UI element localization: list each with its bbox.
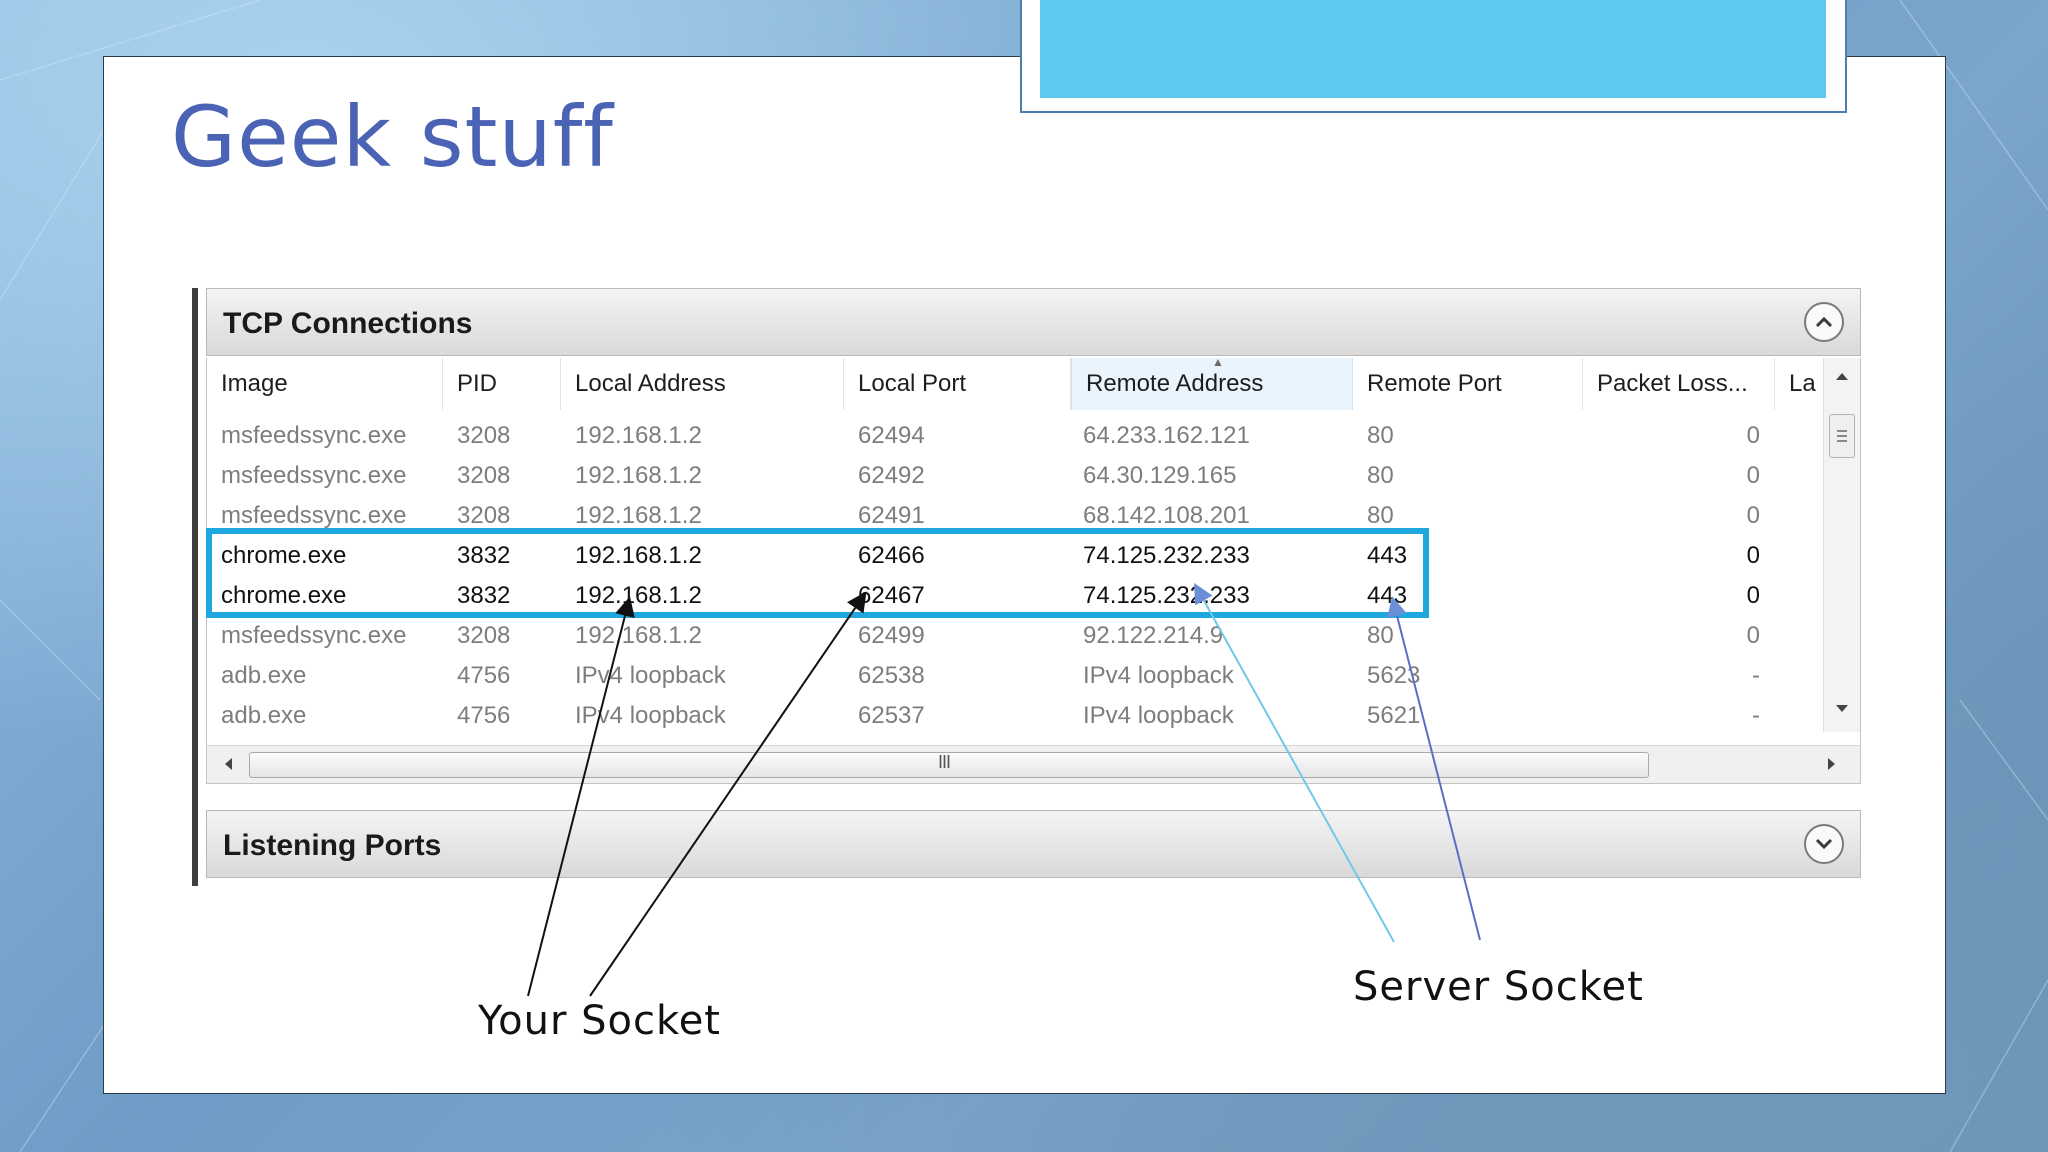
highlight-box <box>206 528 1429 618</box>
scroll-up-icon[interactable] <box>1824 364 1860 388</box>
cell-pid: 4756 <box>457 702 511 729</box>
cell-pid: 3208 <box>457 622 511 649</box>
your-socket-label: Your Socket <box>478 998 721 1044</box>
cell-local-address: 192.168.1.2 <box>575 622 702 649</box>
cell-remote-address: 64.233.162.121 <box>1083 422 1250 449</box>
cell-image: adb.exe <box>221 662 307 689</box>
scroll-right-icon[interactable] <box>1817 746 1847 782</box>
scroll-left-icon[interactable] <box>213 746 243 782</box>
chevron-up-icon <box>1815 316 1833 328</box>
column-header-local-port[interactable]: Local Port <box>844 358 1071 410</box>
cell-remote-port: 80 <box>1367 622 1394 649</box>
cell-pid: 3208 <box>457 462 511 489</box>
listening-ports-title: Listening Ports <box>223 829 442 862</box>
slide-title: Geek stuff <box>171 88 614 186</box>
table-row[interactable]: adb.exe 4756 IPv4 loopback 62537 IPv4 loopba… <box>207 696 1826 736</box>
cell-local-port: 62492 <box>858 462 925 489</box>
cell-remote-port: 5623 <box>1367 662 1421 689</box>
cell-remote-address: 64.30.129.165 <box>1083 462 1237 489</box>
table-row[interactable]: msfeedssync.exe 3208 192.168.1.2 62494 64.23… <box>207 416 1826 456</box>
slide-top-accent <box>1040 0 1826 98</box>
server-socket-label: Server Socket <box>1353 964 1644 1010</box>
cell-remote-port: 80 <box>1367 462 1394 489</box>
cell-image: msfeedssync.exe <box>221 622 407 649</box>
cell-local-address: 192.168.1.2 <box>575 462 702 489</box>
column-header-pid[interactable]: PID <box>443 358 561 410</box>
vertical-scrollbar[interactable] <box>1823 358 1860 732</box>
table-row[interactable]: msfeedssync.exe 3208 192.168.1.2 62499 92.12… <box>207 616 1826 656</box>
cell-packet-loss: 0 <box>1746 502 1760 529</box>
scroll-down-icon[interactable] <box>1824 696 1860 720</box>
cell-remote-address: IPv4 loopback <box>1083 702 1234 729</box>
column-header-remote-port[interactable]: Remote Port <box>1353 358 1583 410</box>
cell-local-port: 62494 <box>858 422 925 449</box>
table-row[interactable]: adb.exe 4756 IPv4 loopback 62538 IPv4 loopba… <box>207 656 1826 696</box>
column-header-latency[interactable]: La <box>1775 358 1826 410</box>
expand-listening-ports-button[interactable] <box>1804 824 1844 864</box>
listening-ports-header[interactable]: Listening Ports <box>206 810 1861 878</box>
cell-local-port: 62538 <box>858 662 925 689</box>
cell-packet-loss: 0 <box>1746 462 1760 489</box>
column-header-image[interactable]: Image <box>207 358 443 410</box>
table-row[interactable]: msfeedssync.exe 3208 192.168.1.2 62492 64.30… <box>207 456 1826 496</box>
horizontal-scroll-thumb[interactable]: III <box>249 752 1649 778</box>
collapse-tcp-button[interactable] <box>1804 302 1844 342</box>
cell-packet-loss: - <box>1752 662 1760 689</box>
cell-local-port: 62499 <box>858 622 925 649</box>
tcp-connections-header[interactable]: TCP Connections <box>206 288 1861 356</box>
grip-icon <box>1837 430 1847 442</box>
cell-local-address: IPv4 loopback <box>575 702 726 729</box>
cell-remote-port: 80 <box>1367 422 1394 449</box>
column-header-remote-address-label: Remote Address <box>1086 370 1264 397</box>
cell-remote-address: 92.122.214.9 <box>1083 622 1224 649</box>
cell-packet-loss: 0 <box>1746 582 1760 609</box>
column-header-remote-address[interactable]: ▲ Remote Address <box>1071 358 1353 410</box>
cell-pid: 4756 <box>457 662 511 689</box>
cell-remote-port: 5621 <box>1367 702 1421 729</box>
cell-packet-loss: 0 <box>1746 542 1760 569</box>
cell-local-address: 192.168.1.2 <box>575 422 702 449</box>
chevron-down-icon <box>1815 838 1833 850</box>
column-header-local-address[interactable]: Local Address <box>561 358 844 410</box>
cell-image: adb.exe <box>221 702 307 729</box>
cell-image: msfeedssync.exe <box>221 462 407 489</box>
cell-remote-address: IPv4 loopback <box>1083 662 1234 689</box>
horizontal-scrollbar[interactable]: III <box>207 745 1860 783</box>
cell-packet-loss: 0 <box>1746 422 1760 449</box>
cell-local-address: IPv4 loopback <box>575 662 726 689</box>
cell-local-port: 62537 <box>858 702 925 729</box>
cell-packet-loss: - <box>1752 702 1760 729</box>
tcp-connections-title: TCP Connections <box>223 307 473 340</box>
cell-packet-loss: 0 <box>1746 622 1760 649</box>
horizontal-scroll-grip: III <box>938 752 951 772</box>
cell-image: msfeedssync.exe <box>221 422 407 449</box>
cell-pid: 3208 <box>457 422 511 449</box>
sort-ascending-icon: ▲ <box>1212 358 1224 369</box>
vertical-scroll-thumb[interactable] <box>1829 414 1855 458</box>
column-header-packet-loss[interactable]: Packet Loss... <box>1583 358 1775 410</box>
